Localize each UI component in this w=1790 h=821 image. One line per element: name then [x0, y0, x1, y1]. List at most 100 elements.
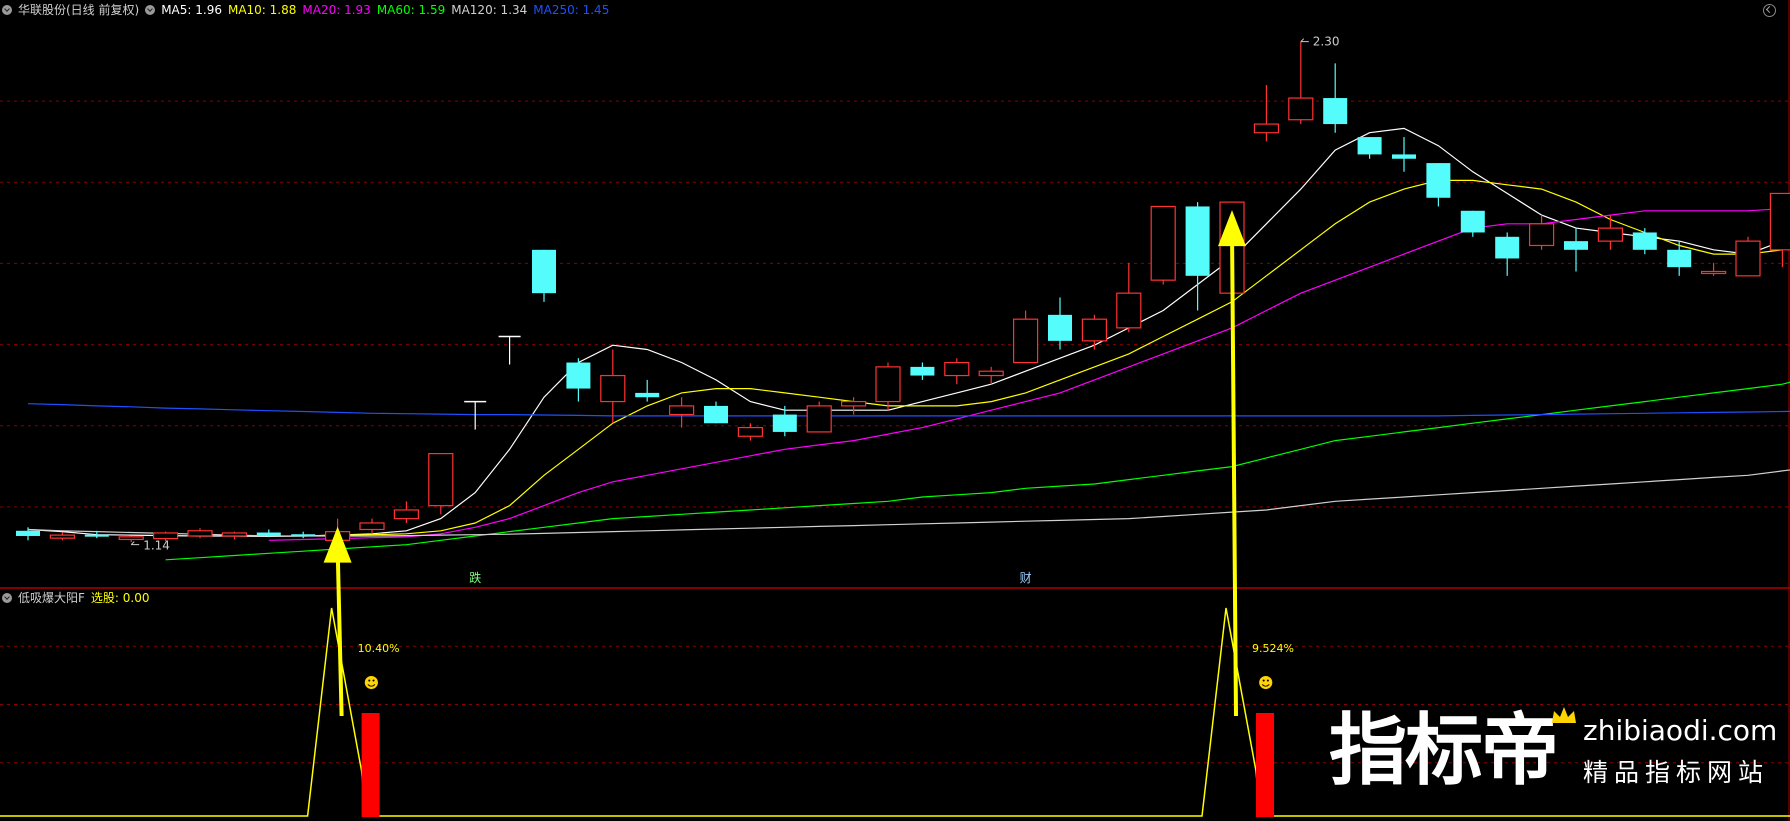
- indicator-name: 低吸爆大阳F: [18, 591, 85, 605]
- candle-body: [359, 522, 385, 531]
- candle-body: [1528, 223, 1555, 247]
- price-labels: 2.30 1.14 跌 财: [130, 35, 1340, 585]
- chevron-down-icon[interactable]: [145, 5, 156, 15]
- candle-body: [256, 532, 281, 536]
- candle-body: [737, 426, 764, 437]
- watermark: 指标帝 zhibiaodi.com 精品指标网站: [1325, 700, 1790, 821]
- stock-title: 华联股份(日线 前复权): [18, 3, 140, 17]
- candle-body: [978, 370, 1004, 377]
- candle-body: [84, 534, 109, 537]
- candle-body: [1323, 98, 1348, 125]
- candle: [1597, 215, 1624, 250]
- indicator-value: 选股: 0.00: [90, 591, 150, 605]
- candle-body: [1460, 210, 1485, 233]
- watermark-domain: zhibiaodi.com: [1583, 714, 1778, 747]
- candle: [806, 401, 832, 433]
- candle: [1495, 232, 1520, 276]
- candle: [221, 531, 247, 540]
- candle: [1012, 310, 1039, 364]
- candle-body: [532, 249, 556, 294]
- watermark-slogan: 精品指标网站: [1583, 758, 1770, 787]
- candle: [1735, 236, 1761, 277]
- candle: [464, 400, 487, 430]
- candle: [291, 531, 316, 539]
- candle-body: [1426, 163, 1451, 198]
- candle: [1632, 228, 1657, 255]
- candle: [1700, 262, 1727, 276]
- indicator-header: 低吸爆大阳F 选股: 0.00: [2, 589, 155, 607]
- candle: [668, 397, 695, 428]
- candle-body: [600, 374, 626, 403]
- moving-average-lines: [27, 127, 1790, 561]
- high-price-label: 2.30: [1313, 35, 1340, 49]
- candle-body: [806, 405, 832, 433]
- candle: [840, 397, 867, 415]
- ma120-label: MA120: 1.34: [451, 3, 528, 17]
- expand-icon[interactable]: [1763, 4, 1776, 17]
- candle: [600, 349, 626, 424]
- candle-body: [1357, 137, 1382, 155]
- candle-body: [187, 530, 213, 537]
- candle-body: [566, 362, 591, 389]
- candle-body: [428, 453, 454, 507]
- ma250-label: MA250: 1.45: [533, 3, 610, 17]
- candle-body: [1288, 97, 1314, 121]
- candlesticks: [16, 41, 1790, 545]
- ma10-line: [303, 179, 1790, 537]
- chart-marker: 财: [1020, 571, 1032, 585]
- signal-arrows: [323, 210, 1246, 717]
- candle-body: [1392, 154, 1416, 159]
- candle-body: [1632, 232, 1657, 250]
- chart-marker: 跌: [469, 570, 481, 585]
- chevron-down-icon[interactable]: [2, 593, 12, 603]
- chevron-down-icon[interactable]: [2, 5, 12, 15]
- candle-body: [910, 366, 935, 376]
- candle: [1048, 297, 1072, 350]
- candle: [1357, 137, 1382, 159]
- candle: [1528, 215, 1555, 250]
- candle-body: [840, 400, 867, 407]
- signal-percent-label: 10.40%: [358, 642, 400, 655]
- smile-icon: ☻: [364, 674, 380, 692]
- candle-body: [1116, 292, 1142, 329]
- candle: [1426, 163, 1451, 207]
- candle-body: [118, 536, 144, 541]
- candle-body: [221, 532, 247, 537]
- candle: [532, 249, 556, 302]
- candle-body: [1150, 205, 1176, 281]
- candle-body: [1012, 318, 1039, 364]
- candle-body: [875, 366, 901, 403]
- candle: [1150, 205, 1176, 285]
- candle-body: [1564, 241, 1588, 250]
- main-chart-header: 华联股份(日线 前复权) MA5: 1.96 MA10: 1.88 MA20: 1.9…: [2, 1, 615, 19]
- candle: [635, 379, 660, 402]
- candle-body: [1185, 206, 1210, 276]
- signal-bar: [361, 713, 380, 817]
- candle-body: [1597, 227, 1624, 242]
- candle-body: [1700, 270, 1727, 275]
- candle: [1564, 228, 1588, 272]
- candle-body: [16, 530, 40, 536]
- candle-body: [772, 414, 797, 432]
- candle: [1253, 85, 1280, 142]
- kline-chart[interactable]: 2.30 1.14 跌 财 10.40% ☻ 9.524% ☻: [0, 0, 1790, 821]
- ma5-label: MA5: 1.96: [161, 3, 222, 17]
- ma20-label: MA20: 1.93: [302, 3, 371, 17]
- candle: [1185, 202, 1210, 311]
- candle: [359, 518, 385, 534]
- ma120-line: [27, 469, 1790, 537]
- candle: [910, 362, 935, 380]
- candle-body: [1081, 318, 1108, 342]
- candle-body: [944, 361, 970, 377]
- candle-body: [393, 509, 419, 520]
- candle-body: [635, 392, 660, 398]
- candle: [1288, 41, 1314, 125]
- candle-body: [1048, 314, 1072, 341]
- smile-icon: ☻: [1258, 674, 1274, 692]
- candle-body: [704, 405, 728, 424]
- candle: [498, 335, 521, 365]
- candle: [1769, 192, 1790, 268]
- low-pointer-icon: [130, 541, 140, 546]
- candle: [256, 529, 281, 537]
- candle: [1460, 210, 1485, 237]
